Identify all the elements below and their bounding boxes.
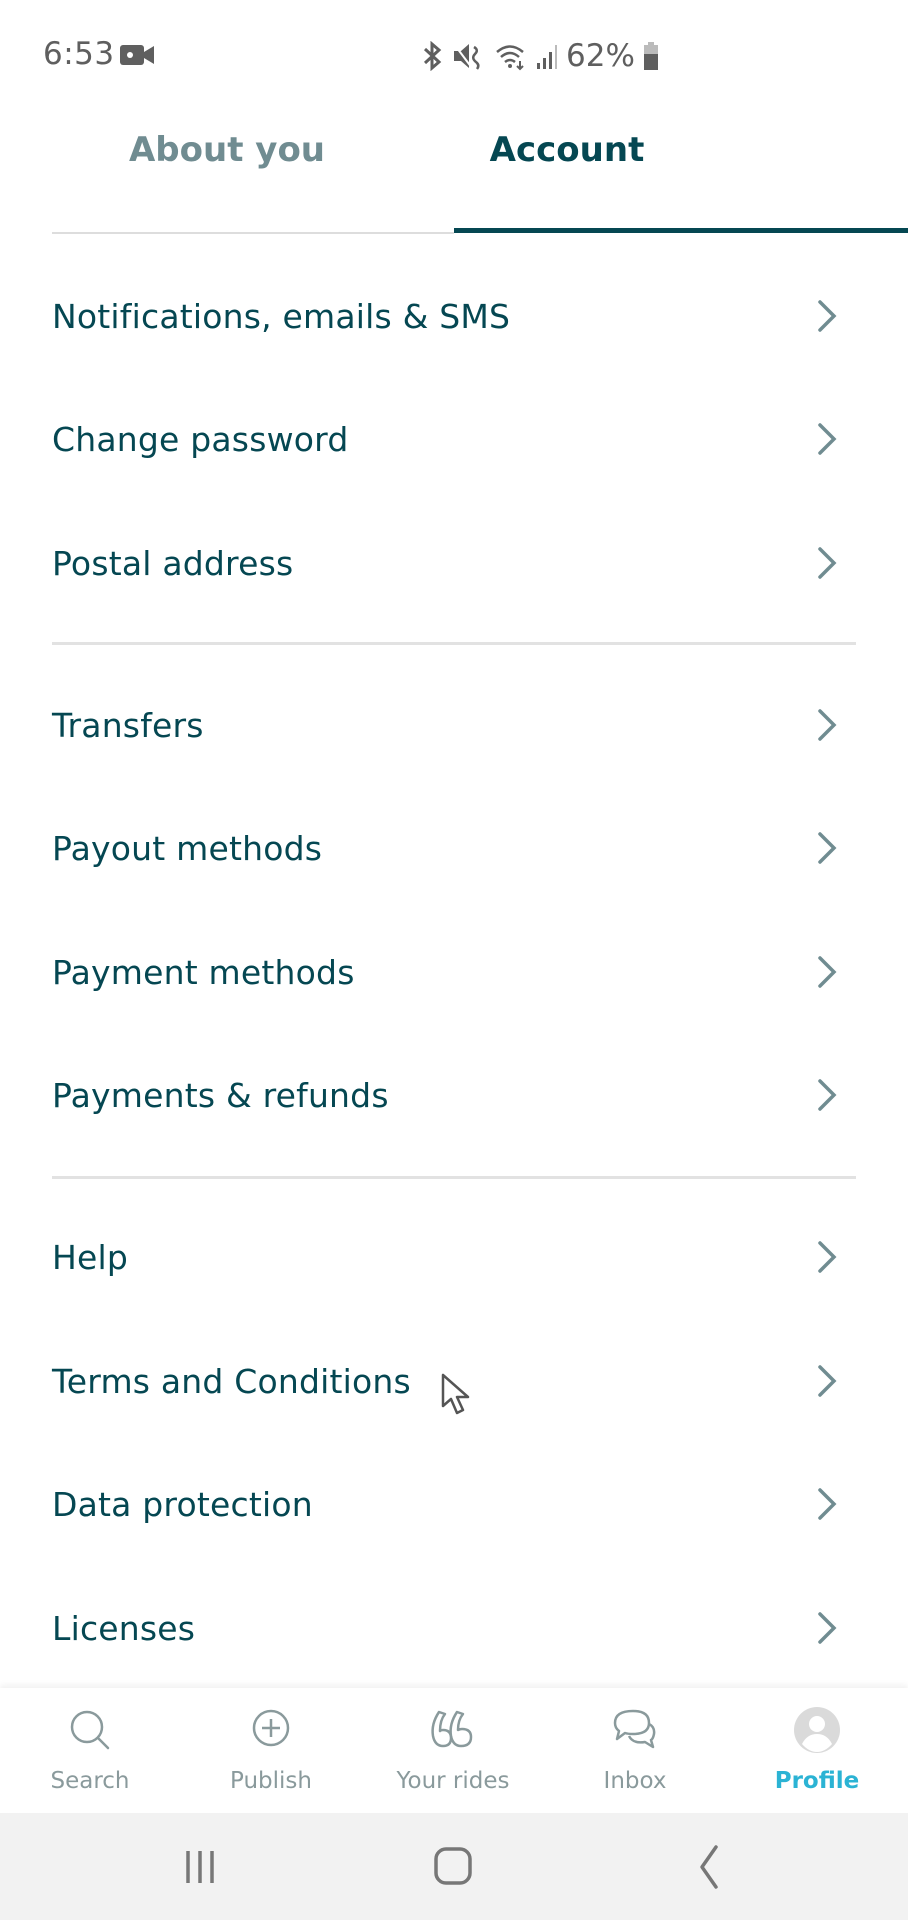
nav-label: Publish bbox=[230, 1768, 312, 1794]
system-navigation-bar bbox=[0, 1813, 908, 1920]
tab-account-label: Account bbox=[489, 130, 645, 170]
menu-item-help[interactable]: Help bbox=[0, 1207, 908, 1307]
status-icons: 62% bbox=[420, 36, 659, 76]
rides-icon bbox=[431, 1710, 473, 1748]
menu-item-label: Help bbox=[52, 1237, 129, 1277]
video-recording-icon bbox=[120, 45, 154, 65]
plus-circle-icon bbox=[252, 1709, 290, 1747]
chevron-right-icon bbox=[818, 1079, 837, 1111]
chevron-right-icon bbox=[818, 832, 837, 864]
mute-icon bbox=[453, 43, 480, 70]
menu-item-label: Data protection bbox=[52, 1484, 313, 1524]
chat-icon bbox=[613, 1709, 656, 1749]
menu-item-label: Payout methods bbox=[52, 828, 323, 868]
menu-item-label: Transfers bbox=[52, 705, 204, 745]
nav-publish[interactable]: Publish bbox=[181, 1688, 361, 1813]
nav-your-rides[interactable]: Your rides bbox=[363, 1688, 543, 1813]
bluetooth-icon bbox=[423, 41, 442, 71]
status-time: 6:53 bbox=[43, 36, 115, 72]
bottom-navigation: Search Publish Your rides Inbox Profile bbox=[0, 1688, 908, 1813]
status-bar: 6:53 62% bbox=[0, 0, 908, 100]
menu-item-label: Licenses bbox=[52, 1608, 196, 1648]
chevron-right-icon bbox=[818, 956, 837, 988]
chevron-right-icon bbox=[818, 709, 837, 741]
nav-label: Search bbox=[50, 1768, 130, 1794]
nav-inbox[interactable]: Inbox bbox=[545, 1688, 725, 1813]
chevron-right-icon bbox=[818, 1365, 837, 1397]
menu-item-label: Payment methods bbox=[52, 952, 355, 992]
menu-item-label: Postal address bbox=[52, 543, 294, 583]
menu-item-label: Payments & refunds bbox=[52, 1075, 389, 1115]
tab-account[interactable]: Account bbox=[454, 130, 908, 230]
profile-avatar-icon bbox=[794, 1707, 840, 1753]
menu-item-notifications[interactable]: Notifications, emails & SMS bbox=[0, 266, 908, 366]
battery-icon bbox=[643, 42, 658, 70]
tab-about-you[interactable]: About you bbox=[52, 130, 402, 230]
nav-search[interactable]: Search bbox=[0, 1688, 180, 1813]
chevron-right-icon bbox=[818, 423, 837, 455]
nav-label: Your rides bbox=[396, 1768, 510, 1794]
section-divider bbox=[52, 1176, 856, 1179]
mouse-pointer-icon bbox=[441, 1373, 470, 1415]
chevron-right-icon bbox=[818, 1612, 837, 1644]
menu-item-postal-address[interactable]: Postal address bbox=[0, 513, 908, 613]
menu-item-change-password[interactable]: Change password bbox=[0, 389, 908, 489]
menu-item-data-protection[interactable]: Data protection bbox=[0, 1454, 908, 1554]
menu-item-licenses[interactable]: Licenses bbox=[0, 1578, 908, 1678]
battery-percent: 62% bbox=[566, 38, 635, 74]
section-divider bbox=[52, 642, 856, 645]
nav-label: Inbox bbox=[603, 1768, 667, 1794]
signal-icon bbox=[537, 45, 557, 69]
search-icon bbox=[70, 1710, 110, 1750]
recent-apps-icon[interactable] bbox=[170, 1837, 230, 1897]
wifi-icon bbox=[496, 45, 524, 71]
tab-underline-inactive bbox=[52, 232, 454, 234]
chevron-right-icon bbox=[818, 547, 837, 579]
menu-item-transfers[interactable]: Transfers bbox=[0, 675, 908, 775]
menu-item-payments-refunds[interactable]: Payments & refunds bbox=[0, 1045, 908, 1145]
menu-item-label: Terms and Conditions bbox=[52, 1361, 411, 1401]
chevron-right-icon bbox=[818, 1241, 837, 1273]
tab-about-you-label: About you bbox=[128, 130, 326, 170]
menu-item-payment-methods[interactable]: Payment methods bbox=[0, 922, 908, 1022]
menu-item-label: Notifications, emails & SMS bbox=[52, 296, 511, 336]
tab-underline-active bbox=[454, 228, 908, 233]
chevron-right-icon bbox=[818, 1488, 837, 1520]
back-icon[interactable] bbox=[680, 1837, 740, 1897]
menu-item-payout-methods[interactable]: Payout methods bbox=[0, 798, 908, 898]
nav-profile[interactable]: Profile bbox=[727, 1688, 907, 1813]
menu-item-label: Change password bbox=[52, 419, 349, 459]
nav-label: Profile bbox=[774, 1768, 860, 1794]
chevron-right-icon bbox=[818, 300, 837, 332]
home-icon[interactable] bbox=[424, 1837, 484, 1897]
